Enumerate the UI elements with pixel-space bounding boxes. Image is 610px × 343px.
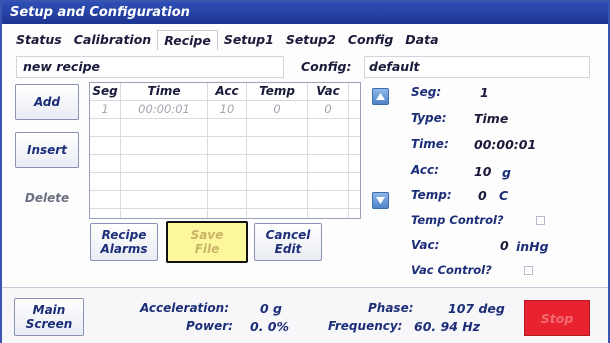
- temp-control-label: Temp Control?: [411, 213, 504, 227]
- power-value: 0. 0%: [250, 319, 290, 334]
- grid-line: [90, 172, 360, 173]
- recipe-name-field[interactable]: new recipe: [16, 56, 284, 78]
- cancel-edit-label-1: Cancel: [265, 228, 311, 242]
- recipe-alarms-label-2: Alarms: [100, 242, 148, 256]
- delete-button[interactable]: Delete: [15, 180, 79, 216]
- up-arrow-icon: [376, 93, 385, 100]
- tab-bar: Status Calibration Recipe Setup1 Setup2 …: [10, 30, 445, 50]
- tab-status[interactable]: Status: [10, 30, 68, 50]
- time-label: Time:: [411, 137, 449, 151]
- temp-value[interactable]: 0: [478, 188, 487, 203]
- acceleration-value: 0 g: [260, 301, 282, 316]
- phase-value: 107 deg: [448, 301, 505, 316]
- temp-label: Temp:: [411, 188, 452, 202]
- tab-calibration[interactable]: Calibration: [68, 30, 157, 50]
- table-cell-time[interactable]: 00:00:01: [121, 101, 207, 118]
- main-screen-label-1: Main: [32, 303, 66, 317]
- main-screen-label-2: Screen: [25, 317, 73, 331]
- type-label: Type:: [411, 111, 447, 125]
- grid-line: [120, 83, 121, 218]
- grid-line: [207, 83, 208, 218]
- frequency-value: 60. 94 Hz: [414, 319, 480, 334]
- time-value[interactable]: 00:00:01: [474, 137, 536, 152]
- col-header-time: Time: [147, 84, 181, 98]
- grid-line: [90, 136, 360, 137]
- tab-setup1[interactable]: Setup1: [218, 30, 280, 50]
- table-cell-acc[interactable]: 10: [208, 101, 246, 118]
- col-header-seg: Seg: [92, 84, 118, 98]
- stop-button[interactable]: Stop: [524, 300, 590, 336]
- recipe-table: Seg Time Acc Temp Vac 1 00:00:01 10 0 0: [89, 82, 361, 219]
- recipe-alarms-button[interactable]: Recipe Alarms: [90, 223, 158, 261]
- status-bar: [2, 287, 608, 343]
- grid-line: [90, 154, 360, 155]
- grid-line: [90, 190, 360, 191]
- vac-control-checkbox[interactable]: [524, 266, 533, 275]
- tab-recipe[interactable]: Recipe: [157, 30, 218, 50]
- temp-control-checkbox[interactable]: [536, 216, 545, 225]
- frequency-label: Frequency:: [328, 319, 403, 333]
- insert-button[interactable]: Insert: [15, 132, 79, 168]
- config-field[interactable]: default: [364, 56, 590, 78]
- col-header-acc: Acc: [215, 84, 239, 98]
- tab-config[interactable]: Config: [342, 30, 399, 50]
- table-cell-vac[interactable]: 0: [308, 101, 348, 118]
- save-file-button[interactable]: Save File: [166, 221, 248, 263]
- col-header-vac: Vac: [316, 84, 340, 98]
- table-cell-seg[interactable]: 1: [90, 101, 120, 118]
- save-file-label-2: File: [194, 242, 220, 256]
- add-button[interactable]: Add: [15, 84, 79, 120]
- table-cell-temp[interactable]: 0: [247, 101, 307, 118]
- grid-line: [348, 83, 349, 218]
- vac-label: Vac:: [411, 238, 440, 252]
- power-label: Power:: [186, 319, 233, 333]
- scroll-down-button[interactable]: [372, 192, 389, 209]
- grid-line: [90, 118, 360, 119]
- acc-label: Acc:: [411, 163, 439, 177]
- window-title: Setup and Configuration: [2, 2, 608, 24]
- cancel-edit-label-2: Edit: [274, 242, 302, 256]
- grid-line: [90, 100, 360, 101]
- temp-unit: C: [499, 188, 509, 203]
- seg-label: Seg:: [411, 85, 442, 99]
- tab-setup2[interactable]: Setup2: [280, 30, 342, 50]
- save-file-label-1: Save: [190, 228, 224, 242]
- scroll-up-button[interactable]: [372, 88, 389, 105]
- vac-value[interactable]: 0: [500, 238, 509, 253]
- grid-line: [246, 83, 247, 218]
- down-arrow-icon: [376, 197, 385, 204]
- vac-control-label: Vac Control?: [411, 263, 492, 277]
- seg-value[interactable]: 1: [480, 85, 489, 100]
- col-header-temp: Temp: [259, 84, 295, 98]
- grid-line: [307, 83, 308, 218]
- cancel-edit-button[interactable]: Cancel Edit: [254, 223, 322, 261]
- phase-label: Phase:: [368, 301, 414, 315]
- setup-window: Setup and Configuration Status Calibrati…: [0, 0, 610, 343]
- acc-unit: g: [502, 165, 511, 180]
- tab-data[interactable]: Data: [399, 30, 444, 50]
- acc-value[interactable]: 10: [474, 164, 491, 179]
- vac-unit: inHg: [516, 239, 549, 254]
- grid-line: [90, 208, 360, 209]
- config-label: Config:: [301, 59, 352, 74]
- type-value[interactable]: Time: [474, 111, 508, 126]
- recipe-alarms-label-1: Recipe: [101, 228, 147, 242]
- main-screen-button[interactable]: Main Screen: [14, 298, 84, 336]
- acceleration-label: Acceleration:: [140, 301, 229, 315]
